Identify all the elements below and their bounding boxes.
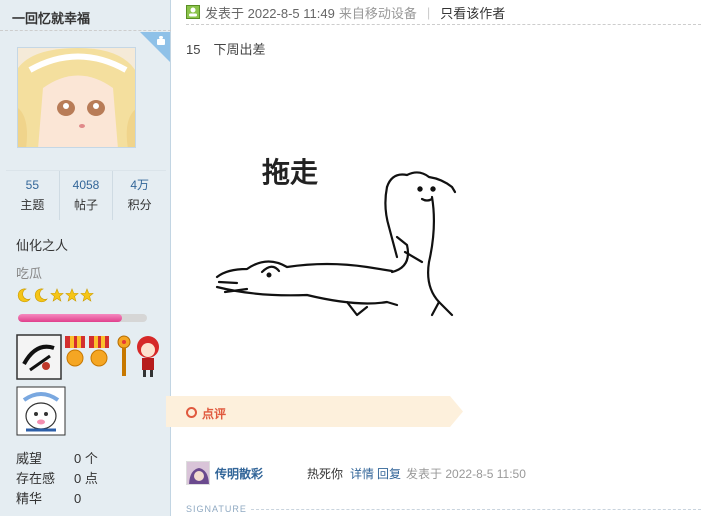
stat-value: 55 (25, 178, 40, 192)
stat-posts[interactable]: 4058 帖子 (60, 171, 114, 220)
user-stats: 55 主题 4058 帖子 4万 积分 (6, 170, 166, 220)
signature-label: SIGNATURE (186, 504, 247, 514)
comment-circle-icon (186, 407, 197, 418)
info-key: 精华 (16, 491, 43, 506)
info-value: 0 点 (74, 471, 98, 486)
user-title: 仙化之人 (16, 238, 69, 253)
comment-item: 传明散彩 热死你 详情 回复 发表于 2022-8-5 11:50 (186, 460, 701, 486)
medal-list (16, 334, 161, 380)
drag-away-sticker-image: 拖走 (207, 137, 457, 327)
stat-threads[interactable]: 55 主题 (6, 171, 60, 220)
ribbon-medals-icon[interactable] (63, 334, 113, 374)
calligraphy-medal-icon[interactable] (16, 334, 62, 380)
commenter-avatar[interactable] (186, 461, 210, 485)
signature-divider: SIGNATURE (186, 503, 701, 515)
badge-medal-icon[interactable] (16, 386, 66, 436)
separator: | (426, 4, 431, 20)
username[interactable]: 一回忆就幸福 (12, 8, 90, 27)
user-avatar[interactable] (17, 47, 136, 148)
star-icon (80, 288, 94, 302)
comment-detail-link[interactable]: 详情 (350, 465, 374, 482)
comment-label: 点评 (202, 407, 227, 421)
moon-icon (34, 288, 48, 303)
commenter-name[interactable]: 传明散彩 (215, 465, 307, 482)
info-value: 0 个 (74, 451, 98, 466)
post-meta-bar: 发表于 2022-8-5 11:49 来自移动设备 | 只看该作者 (186, 0, 701, 25)
character-medal-icon[interactable] (135, 334, 161, 378)
user-sidebar: 一回忆就幸福 55 主题 4058 帖子 4万 积分 仙化之人 吃瓜 威望 0 … (0, 0, 171, 516)
user-group[interactable]: 吃瓜 (16, 263, 42, 282)
star-icon (65, 288, 79, 302)
comment-time: 发表于 2022-8-5 11:50 (406, 466, 526, 481)
user-extra-info: 威望 0 个 存在感 0 点 精华 0 (16, 449, 166, 509)
stat-label: 积分 (127, 198, 152, 212)
comment-section-header: 点评 (166, 396, 701, 427)
stat-points[interactable]: 4万 积分 (113, 171, 166, 220)
info-value: 0 (74, 491, 82, 506)
level-progress-fill (18, 314, 123, 322)
scepter-medal-icon[interactable] (114, 334, 134, 378)
only-author-link[interactable]: 只看该作者 (440, 3, 505, 22)
info-key: 存在感 (16, 471, 56, 486)
info-row-presence: 存在感 0 点 (16, 469, 166, 489)
comment-reply-link[interactable]: 回复 (377, 465, 401, 482)
post-time: 发表于 2022-8-5 11:49 (205, 5, 335, 21)
divider (0, 30, 171, 31)
info-row-prestige: 威望 0 个 (16, 449, 166, 469)
comment-text: 热死你 (307, 466, 344, 481)
post-device: 来自移动设备 (338, 5, 417, 21)
stat-value: 4058 (72, 178, 100, 192)
sticker-text: 拖走 (262, 156, 318, 189)
signature-line (250, 508, 701, 510)
moon-icon (17, 288, 31, 303)
info-key: 威望 (16, 451, 43, 466)
android-device-icon (140, 32, 170, 62)
stat-value: 4万 (130, 178, 150, 192)
level-progress-bar (18, 314, 147, 322)
stat-label: 主题 (20, 198, 45, 212)
rank-icons (16, 287, 94, 303)
info-row-digest: 精华 0 (16, 489, 166, 509)
stat-label: 帖子 (74, 198, 99, 212)
post-content: 15 下周出差 (186, 42, 266, 57)
online-status-icon (186, 5, 200, 19)
star-icon (50, 288, 64, 302)
